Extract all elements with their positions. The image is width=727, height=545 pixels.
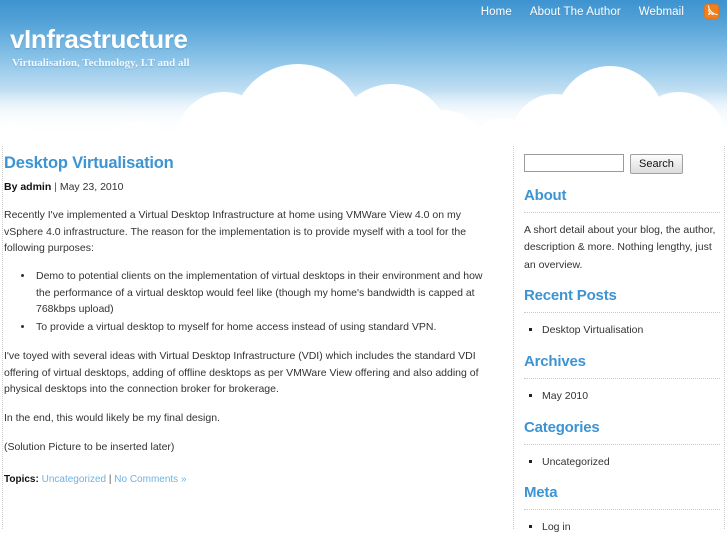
topic-link-uncategorized[interactable]: Uncategorized	[42, 474, 106, 485]
sidebar: Search About A short detail about your b…	[524, 154, 720, 537]
topics-label: Topics:	[4, 473, 39, 485]
login-link[interactable]: Log in	[542, 521, 571, 533]
list-item[interactable]: May 2010	[542, 388, 720, 406]
widget-title-about: About	[524, 187, 567, 204]
category-link[interactable]: Uncategorized	[542, 456, 610, 468]
comments-link[interactable]: No Comments »	[114, 474, 186, 485]
column-divider	[513, 146, 514, 529]
right-divider	[724, 146, 725, 529]
widget-archives: Archives May 2010	[524, 353, 720, 406]
nav-link-webmail[interactable]: Webmail	[639, 6, 684, 18]
widget-rule	[524, 377, 720, 379]
topics-separator: |	[108, 473, 112, 485]
categories-list: Uncategorized	[524, 454, 720, 472]
list-item[interactable]: Desktop Virtualisation	[542, 322, 720, 340]
widget-rule	[524, 212, 720, 213]
list-item[interactable]: Log in	[542, 519, 720, 537]
post-paragraph-1: Recently I've implemented a Virtual Desk…	[4, 209, 467, 254]
widget-title-categories: Categories	[524, 418, 600, 436]
widget-rule	[524, 509, 720, 511]
widget-about: About A short detail about your blog, th…	[524, 187, 720, 274]
recent-post-link[interactable]: Desktop Virtualisation	[542, 324, 643, 336]
recent-posts-list: Desktop Virtualisation	[524, 322, 720, 340]
post-bullet-list: Demo to potential clients on the impleme…	[4, 268, 490, 335]
list-item: Demo to potential clients on the impleme…	[34, 268, 490, 317]
page-body: Desktop Virtualisation By admin | May 23…	[0, 146, 727, 545]
site-branding[interactable]: vInfrastructure Virtualisation, Technolo…	[10, 26, 190, 69]
rss-feed-icon[interactable]	[704, 4, 719, 19]
site-header: Home About The Author Webmail vInfrastru…	[0, 0, 727, 146]
post-meta-separator: |	[51, 180, 60, 193]
archives-list: May 2010	[524, 388, 720, 406]
list-item: To provide a virtual desktop to myself f…	[34, 319, 490, 335]
post-article: Desktop Virtualisation By admin | May 23…	[4, 154, 498, 485]
site-title[interactable]: vInfrastructure	[10, 26, 190, 52]
widget-meta: Meta Log in	[524, 484, 720, 537]
search-button[interactable]: Search	[630, 154, 683, 174]
widget-title-recent-posts: Recent Posts	[524, 286, 617, 304]
widget-rule	[524, 443, 720, 445]
meta-list: Log in	[524, 519, 720, 537]
list-item[interactable]: Uncategorized	[542, 454, 720, 472]
post-title[interactable]: Desktop Virtualisation	[4, 154, 490, 174]
post-paragraph-4: (Solution Picture to be inserted later)	[4, 441, 175, 454]
post-topics: Topics: Uncategorized | No Comments »	[4, 474, 490, 485]
post-paragraph-3: In the end, this would likely be my fina…	[4, 412, 220, 425]
post-author: By admin	[4, 180, 52, 193]
left-divider	[2, 146, 3, 529]
search-widget: Search	[524, 154, 720, 174]
post-paragraph-2: I've toyed with several ideas with Virtu…	[4, 350, 479, 395]
nav-link-about-the-author[interactable]: About The Author	[530, 6, 621, 18]
site-tagline: Virtualisation, Technology, I.T and all	[12, 57, 190, 69]
primary-navigation: Home About The Author Webmail	[481, 4, 719, 19]
about-text: A short detail about your blog, the auth…	[524, 224, 716, 271]
archive-link[interactable]: May 2010	[542, 390, 588, 402]
header-haze	[0, 90, 727, 146]
widget-recent-posts: Recent Posts Desktop Virtualisation	[524, 287, 720, 340]
widget-title-meta: Meta	[524, 484, 558, 502]
widget-rule	[524, 311, 720, 313]
post-date: May 23, 2010	[59, 180, 124, 193]
search-input[interactable]	[524, 154, 624, 172]
post-meta: By admin | May 23, 2010	[4, 181, 490, 195]
nav-link-home[interactable]: Home	[481, 6, 512, 18]
widget-title-archives: Archives	[524, 352, 586, 370]
widget-categories: Categories Uncategorized	[524, 419, 720, 472]
